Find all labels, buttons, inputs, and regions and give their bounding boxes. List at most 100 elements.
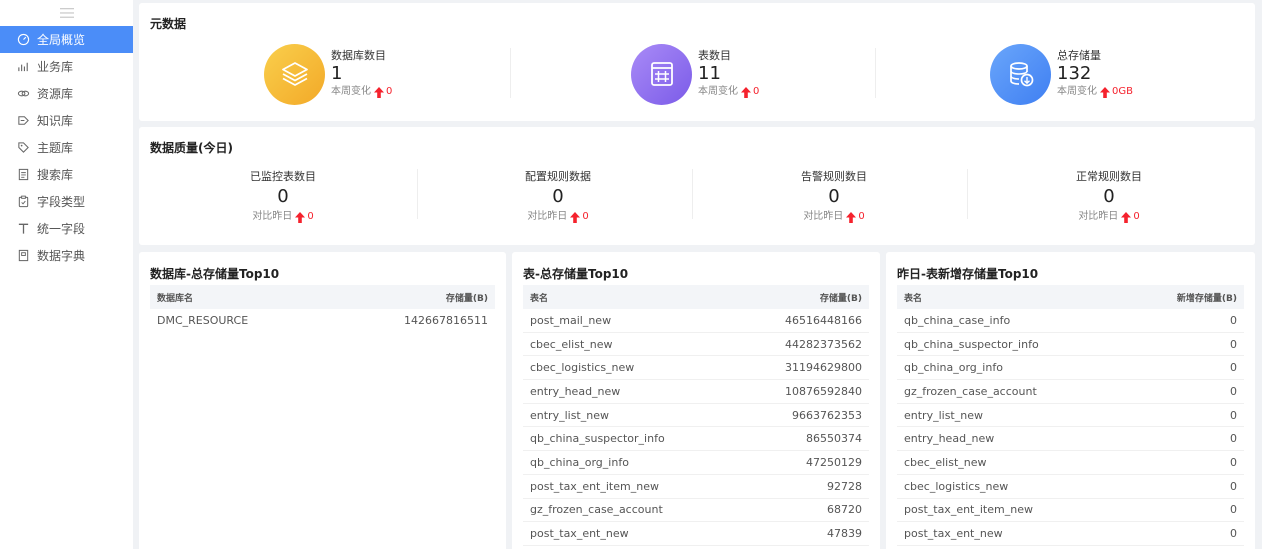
column-header[interactable]: 存储量(B): [446, 291, 488, 304]
table-cell: 0: [1230, 479, 1237, 493]
sidebar-item-overview[interactable]: 全局概览: [0, 26, 133, 53]
arrow-up-icon: [570, 211, 581, 223]
table-cell: 0: [1230, 361, 1237, 375]
table-row[interactable]: cbec_logistics_new 31194629800: [523, 356, 869, 381]
table-cell: cbec_logistics_new: [530, 361, 635, 375]
db-count-stat: 数据库数目 1 本周变化 0: [264, 43, 392, 105]
change-label: 对比昨日: [527, 211, 568, 222]
table-cell: 0: [1230, 503, 1237, 517]
change-label: 本周变化: [698, 86, 738, 97]
table-row[interactable]: cbec_elist_new 0: [897, 451, 1244, 475]
table-row[interactable]: post_mail_new 46516448166: [523, 309, 869, 333]
change-value: 0: [307, 211, 314, 222]
stat-label: 配置规则数据: [525, 170, 591, 183]
table-cell: entry_list_new: [530, 408, 609, 422]
db-storage-table: 数据库名 存储量(B) DMC_RESOURCE 142667816511: [150, 285, 495, 333]
sidebar-item-unified-field[interactable]: 统一字段: [0, 215, 133, 242]
table-row[interactable]: entry_list_new 0: [897, 404, 1244, 428]
stat-value: 0: [552, 186, 564, 207]
hamburger-icon: [59, 8, 74, 18]
stat-label: 正常规则数目: [1076, 170, 1142, 183]
change-label: 对比昨日: [1078, 211, 1119, 222]
sidebar-item-search-db[interactable]: 搜索库: [0, 161, 133, 188]
table-cell: gz_frozen_case_account: [904, 384, 1037, 398]
arrow-up-icon: [1121, 211, 1132, 223]
table-cell: 47839: [827, 527, 862, 541]
table-row[interactable]: qb_china_case_info 0: [897, 309, 1244, 333]
stat-label: 总存储量: [1057, 49, 1101, 62]
table-cell: post_tax_ent_new: [904, 527, 1003, 541]
sidebar-item-label: 业务库: [37, 60, 74, 74]
clipboard-icon: [16, 195, 30, 209]
stat-change: 对比昨日 0: [148, 210, 418, 224]
document-icon: [16, 168, 30, 182]
column-header[interactable]: 存储量(B): [820, 291, 862, 304]
table-cell: entry_list_new: [904, 408, 983, 422]
table-row[interactable]: entry_head_new 0: [897, 427, 1244, 452]
table-cell: 0: [1230, 432, 1237, 446]
table-row[interactable]: cbec_logistics_new 0: [897, 475, 1244, 499]
table-row[interactable]: post_tax_ent_new 0: [897, 522, 1244, 546]
column-header[interactable]: 表名: [530, 291, 548, 304]
stat-value: 0: [277, 186, 289, 207]
table-row[interactable]: gz_frozen_case_account 0: [897, 380, 1244, 404]
tag-icon: [16, 141, 30, 155]
table-count-stat: 表数目 11 本周变化 0: [631, 43, 759, 105]
stat-value: 132: [1057, 63, 1092, 84]
table-row[interactable]: qb_china_org_info 47250129: [523, 451, 869, 475]
stat-change: 本周变化 0GB: [1057, 85, 1133, 99]
stat-label: 已监控表数目: [250, 170, 316, 183]
table-row[interactable]: post_tax_ent_item_new 0: [897, 499, 1244, 523]
table-cell: 0: [1230, 455, 1237, 469]
table-row[interactable]: cbec_elist_new 44282373562: [523, 333, 869, 357]
book-icon: [16, 249, 30, 263]
table-row[interactable]: post_tax_ent_new 47839: [523, 522, 869, 546]
table-row[interactable]: qb_china_suspector_info 86550374: [523, 427, 869, 452]
menu-toggle-button[interactable]: [0, 0, 133, 26]
divider: [875, 48, 876, 98]
table-row[interactable]: DMC_RESOURCE 142667816511: [150, 309, 495, 333]
table-cell: 0: [1230, 313, 1237, 327]
layers-icon: [264, 43, 325, 105]
arrow-up-icon: [1100, 86, 1110, 98]
table-header: 表名 存储量(B): [523, 285, 869, 309]
stat-value: 11: [698, 63, 721, 84]
sidebar-item-field-type[interactable]: 字段类型: [0, 188, 133, 215]
table-row[interactable]: entry_list_new 9663762353: [523, 404, 869, 428]
sidebar-item-label: 字段类型: [37, 195, 86, 209]
sidebar-item-knowledge-db[interactable]: 知识库: [0, 107, 133, 134]
table-row[interactable]: post_tax_ent_item_new 92728: [523, 475, 869, 499]
table-cell: DMC_RESOURCE: [157, 314, 249, 328]
table-cell: post_tax_ent_item_new: [904, 503, 1033, 517]
card-title: 数据库-总存储量Top10: [150, 267, 280, 281]
sidebar-item-data-dictionary[interactable]: 数据字典: [0, 242, 133, 269]
sidebar-item-resource-db[interactable]: 资源库: [0, 80, 133, 107]
change-value: 0: [582, 211, 589, 222]
table-cell: post_tax_ent_new: [530, 527, 629, 541]
table-storage-top10-card: 表-总存储量Top10 表名 存储量(B) post_mail_new 46516…: [512, 252, 880, 549]
table-row[interactable]: gz_frozen_case_account 68720: [523, 499, 869, 523]
column-header[interactable]: 新增存储量(B): [1177, 291, 1237, 304]
table-cell: qb_china_suspector_info: [904, 337, 1039, 351]
stat-change: 本周变化 0: [331, 85, 392, 99]
configured-rules-stat: 配置规则数据 0 对比昨日 0: [423, 170, 693, 224]
table-row[interactable]: qb_china_suspector_info 0: [897, 333, 1244, 357]
stat-label: 数据库数目: [331, 49, 386, 62]
sidebar-item-topic-db[interactable]: 主题库: [0, 134, 133, 161]
data-quality-card: 数据质量(今日) 已监控表数目 0 对比昨日 0 配置规则数据 0 对比昨日 0 告…: [139, 127, 1255, 245]
table-cell: 86550374: [806, 432, 862, 446]
table-cell: 10876592840: [785, 384, 862, 398]
table-row[interactable]: entry_head_new 10876592840: [523, 380, 869, 404]
sidebar-item-label: 统一字段: [37, 222, 86, 236]
column-header[interactable]: 数据库名: [157, 291, 193, 304]
divider: [967, 169, 968, 219]
change-value: 0: [753, 86, 760, 97]
table-cell: 68720: [827, 503, 862, 517]
table-cell: 47250129: [806, 455, 862, 469]
table-cell: qb_china_suspector_info: [530, 432, 665, 446]
new-storage-table: 表名 新增存储量(B) qb_china_case_info 0 qb_china…: [897, 285, 1244, 546]
arrow-up-icon: [295, 211, 306, 223]
column-header[interactable]: 表名: [904, 291, 922, 304]
sidebar-item-business-db[interactable]: 业务库: [0, 53, 133, 80]
table-row[interactable]: qb_china_org_info 0: [897, 356, 1244, 381]
